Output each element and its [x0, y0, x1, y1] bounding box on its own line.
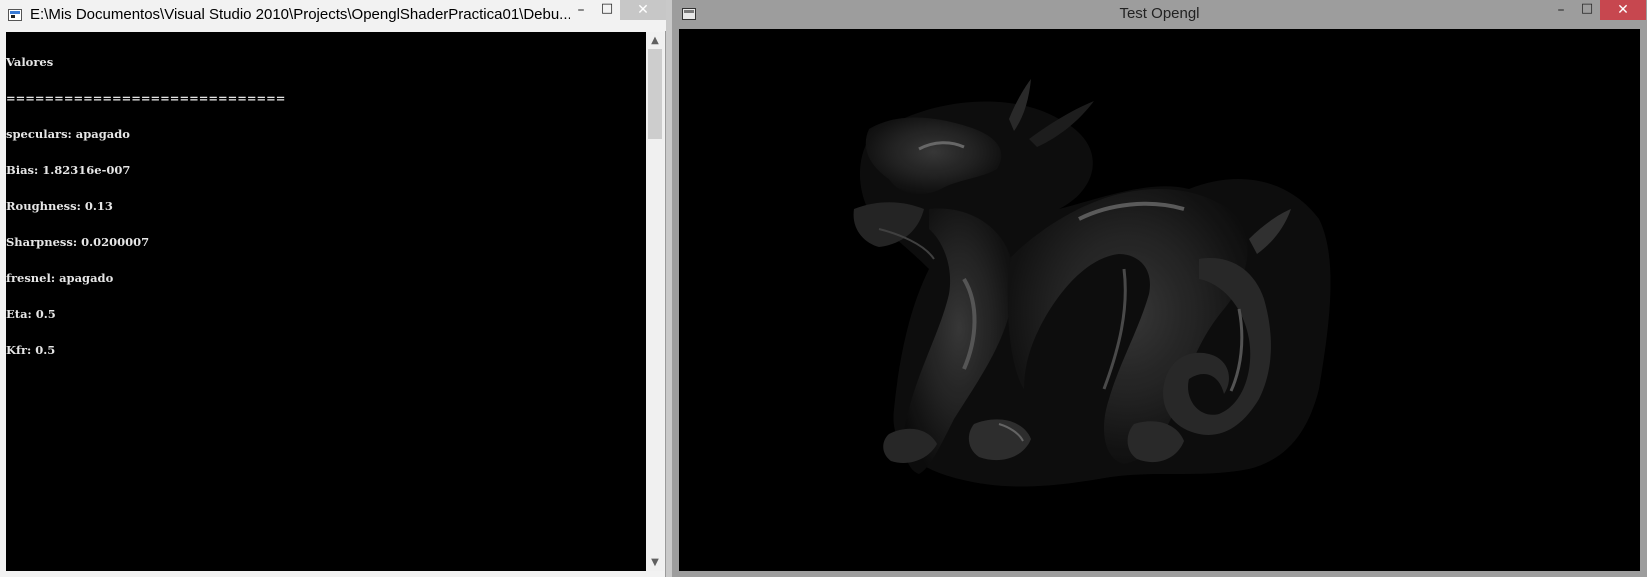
scroll-down-arrow-icon[interactable]: ▼	[646, 554, 664, 571]
console-scrollbar[interactable]: ▲ ▼	[646, 32, 664, 571]
opengl-titlebar[interactable]: Test Opengl – □ ✕	[672, 0, 1647, 29]
scroll-up-arrow-icon[interactable]: ▲	[646, 32, 664, 49]
opengl-close-button[interactable]: ✕	[1600, 0, 1646, 20]
desktop: E:\Mis Documentos\Visual Studio 2010\Pro…	[0, 0, 1647, 577]
console-line: Bias: 1.82316e-007	[6, 163, 131, 177]
console-text: Valores ============================= sp…	[6, 32, 285, 380]
console-line: Kfr: 0.5	[6, 343, 56, 357]
dragon-render	[679, 29, 1640, 571]
console-line: Eta: 0.5	[6, 307, 56, 321]
opengl-viewport[interactable]	[679, 29, 1640, 571]
console-line: speculars: apagado	[6, 127, 130, 141]
console-close-button[interactable]: ✕	[620, 0, 666, 20]
console-app-icon[interactable]	[8, 9, 22, 21]
console-output[interactable]: Valores ============================= sp…	[6, 32, 646, 571]
console-line: =============================	[6, 91, 286, 105]
opengl-maximize-button[interactable]: □	[1574, 1, 1600, 21]
console-minimize-button[interactable]: –	[568, 2, 594, 22]
console-line: Sharpness: 0.0200007	[6, 235, 150, 249]
console-maximize-button[interactable]: □	[594, 1, 620, 21]
console-line: fresnel: apagado	[6, 271, 114, 285]
console-line: Roughness: 0.13	[6, 199, 113, 213]
opengl-minimize-button[interactable]: –	[1548, 2, 1574, 22]
console-titlebar[interactable]: E:\Mis Documentos\Visual Studio 2010\Pro…	[0, 0, 666, 31]
opengl-window-title: Test Opengl	[1119, 5, 1200, 22]
console-window[interactable]: E:\Mis Documentos\Visual Studio 2010\Pro…	[0, 0, 666, 577]
opengl-window[interactable]: Test Opengl – □ ✕	[672, 0, 1647, 577]
scroll-thumb[interactable]	[648, 49, 662, 139]
console-line: Valores	[6, 55, 54, 69]
console-window-title: E:\Mis Documentos\Visual Studio 2010\Pro…	[30, 6, 570, 23]
